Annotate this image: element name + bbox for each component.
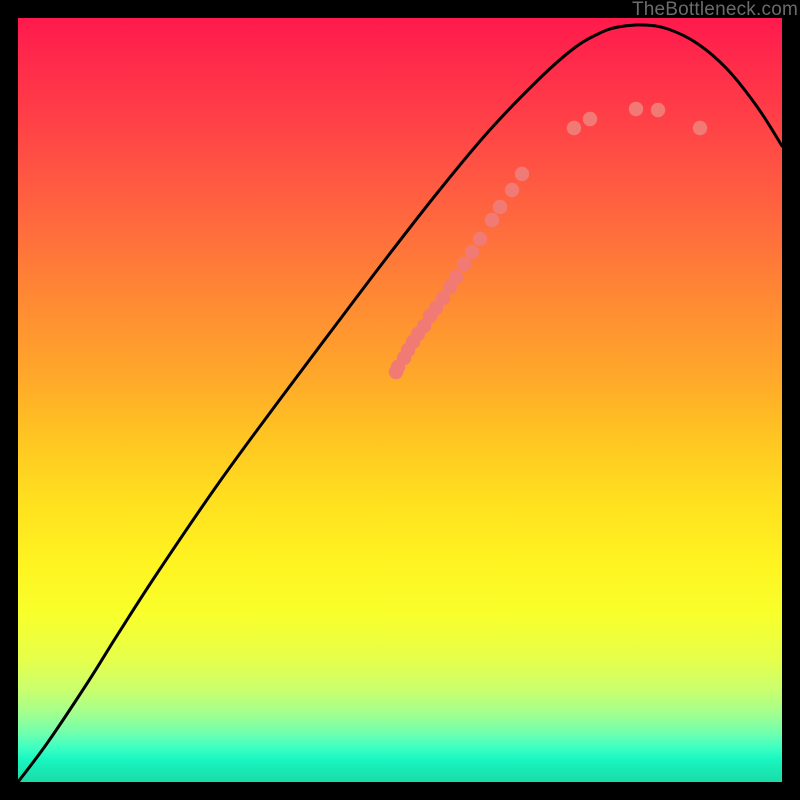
data-point <box>449 270 463 284</box>
plot-frame <box>14 14 786 786</box>
data-point <box>693 121 707 135</box>
data-point <box>515 167 529 181</box>
bottleneck-curve <box>18 25 782 782</box>
data-point <box>485 213 499 227</box>
data-point <box>567 121 581 135</box>
watermark-label: TheBottleneck.com <box>632 0 798 21</box>
chart-svg <box>18 18 782 782</box>
data-point <box>583 112 597 126</box>
data-point <box>465 245 479 259</box>
data-point <box>629 102 643 116</box>
data-point <box>473 232 487 246</box>
data-point <box>457 257 471 271</box>
data-point <box>493 200 507 214</box>
marker-points <box>389 102 707 379</box>
plot-area <box>18 18 782 782</box>
data-point <box>651 103 665 117</box>
data-point <box>505 183 519 197</box>
curve-path <box>18 25 782 782</box>
